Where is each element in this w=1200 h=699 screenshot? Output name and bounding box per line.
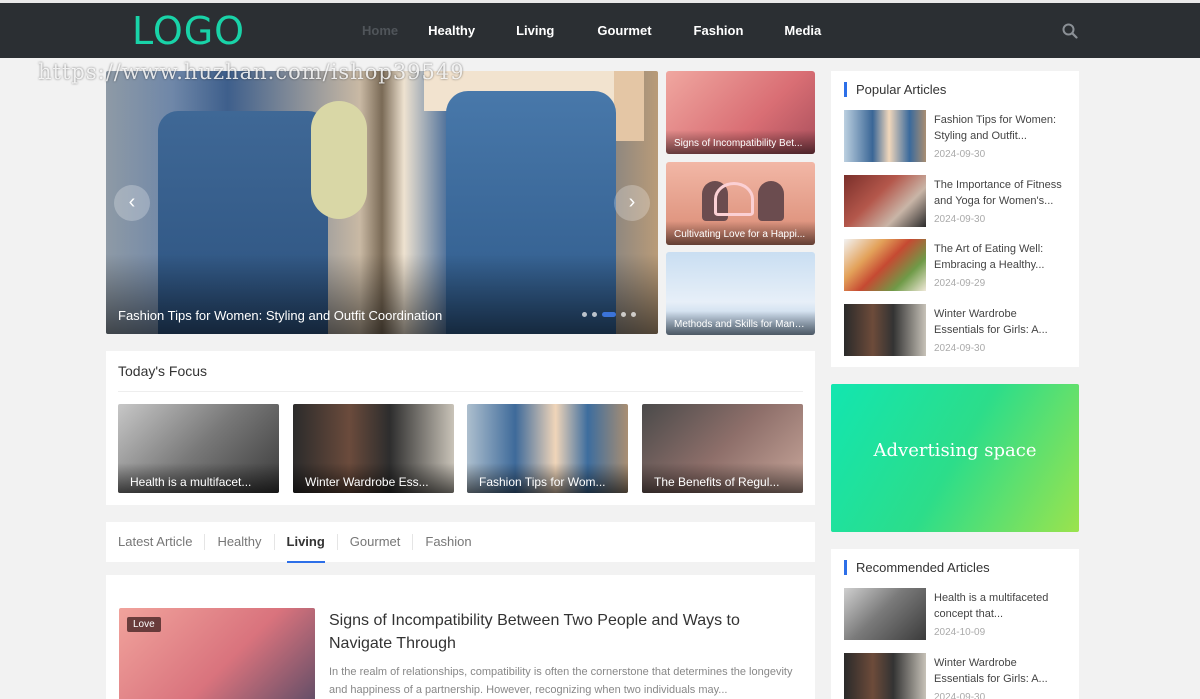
- article-thumbnail[interactable]: [844, 239, 926, 291]
- article-thumbnail[interactable]: [844, 175, 926, 227]
- list-item-date: 2024-09-30: [934, 149, 986, 160]
- list-item[interactable]: The Art of Eating Well: Embracing a Heal…: [844, 239, 1069, 293]
- todays-focus-panel: Today's Focus Health is a multifacet... …: [106, 351, 815, 505]
- slider-dot[interactable]: [631, 312, 636, 317]
- nav-item-healthy[interactable]: Healthy: [428, 23, 475, 38]
- ad-text: Advertising space: [873, 440, 1037, 461]
- list-item-date: 2024-09-30: [934, 692, 986, 699]
- heart-icon: [714, 182, 754, 216]
- focus-card[interactable]: Fashion Tips for Wom...: [467, 404, 628, 493]
- hero-caption[interactable]: Fashion Tips for Women: Styling and Outf…: [118, 308, 442, 323]
- header-bar: LOGO Home Healthy Living Gourmet Fashion…: [0, 0, 1200, 58]
- list-item-title[interactable]: The Art of Eating Well: Embracing a Heal…: [934, 241, 1069, 273]
- category-tabs: Latest Article Healthy Living Gourmet Fa…: [118, 534, 484, 563]
- list-item-title[interactable]: Winter Wardrobe Essentials for Girls: A.…: [934, 655, 1069, 687]
- tab-gourmet[interactable]: Gourmet: [336, 534, 413, 550]
- category-tabs-panel: Latest Article Healthy Living Gourmet Fa…: [106, 522, 815, 563]
- slider-dot[interactable]: [582, 312, 587, 317]
- list-item-title[interactable]: Fashion Tips for Women: Styling and Outf…: [934, 112, 1069, 144]
- slider-dot[interactable]: [592, 312, 597, 317]
- tab-fashion[interactable]: Fashion: [412, 534, 483, 550]
- popular-articles-panel: Popular Articles Fashion Tips for Women:…: [831, 71, 1079, 367]
- focus-card[interactable]: The Benefits of Regul...: [642, 404, 803, 493]
- focus-card[interactable]: Health is a multifacet...: [118, 404, 279, 493]
- article-thumbnail[interactable]: [844, 110, 926, 162]
- side-thumb-card[interactable]: Methods and Skills for Mana...: [666, 252, 815, 335]
- logo[interactable]: LOGO: [132, 9, 245, 53]
- list-item[interactable]: Fashion Tips for Women: Styling and Outf…: [844, 110, 1069, 164]
- side-thumb-caption: Cultivating Love for a Happi...: [666, 221, 815, 245]
- focus-card[interactable]: Winter Wardrobe Ess...: [293, 404, 454, 493]
- article-excerpt: In the realm of relationships, compatibi…: [329, 666, 793, 696]
- hero-image-bag: [311, 101, 367, 219]
- chevron-left-icon[interactable]: ‹: [114, 185, 150, 221]
- slider-dot[interactable]: [621, 312, 626, 317]
- list-item[interactable]: Health is a multifaceted concept that...…: [844, 588, 1069, 642]
- article-thumbnail[interactable]: [844, 588, 926, 640]
- focus-card-caption: The Benefits of Regul...: [642, 463, 803, 493]
- list-item-title[interactable]: Winter Wardrobe Essentials for Girls: A.…: [934, 306, 1069, 338]
- list-item-date: 2024-09-30: [934, 214, 986, 225]
- list-item-date: 2024-10-09: [934, 627, 986, 638]
- focus-card-caption: Health is a multifacet...: [118, 463, 279, 493]
- list-item-date: 2024-09-30: [934, 343, 986, 354]
- category-badge[interactable]: Love: [127, 617, 161, 632]
- list-item[interactable]: Winter Wardrobe Essentials for Girls: A.…: [844, 304, 1069, 358]
- panel-title: Recommended Articles: [844, 560, 990, 575]
- article-thumbnail[interactable]: [844, 304, 926, 356]
- slider-pagination: [582, 312, 641, 317]
- tab-healthy[interactable]: Healthy: [204, 534, 273, 550]
- nav-item-home[interactable]: Home: [362, 23, 398, 38]
- article-list: Love Signs of Incompatibility Between Tw…: [106, 575, 815, 699]
- side-thumb-card[interactable]: Signs of Incompatibility Bet...: [666, 71, 815, 154]
- search-icon[interactable]: [1062, 23, 1078, 39]
- list-item-title[interactable]: The Importance of Fitness and Yoga for W…: [934, 177, 1069, 209]
- section-title: Today's Focus: [118, 363, 208, 379]
- article-title[interactable]: Signs of Incompatibility Between Two Peo…: [329, 609, 789, 655]
- hero-slider[interactable]: ‹ › Fashion Tips for Women: Styling and …: [106, 71, 658, 334]
- list-item[interactable]: Winter Wardrobe Essentials for Girls: A.…: [844, 653, 1069, 699]
- main-nav: Home Healthy Living Gourmet Fashion Medi…: [362, 3, 821, 58]
- article-thumbnail[interactable]: Love: [119, 608, 315, 699]
- side-thumb-caption: Signs of Incompatibility Bet...: [666, 130, 815, 154]
- focus-card-caption: Fashion Tips for Wom...: [467, 463, 628, 493]
- advertising-banner[interactable]: Advertising space: [831, 384, 1079, 532]
- tab-living[interactable]: Living: [273, 534, 337, 563]
- nav-item-fashion[interactable]: Fashion: [694, 23, 744, 38]
- nav-item-media[interactable]: Media: [784, 23, 821, 38]
- nav-item-gourmet[interactable]: Gourmet: [597, 23, 651, 38]
- divider: [118, 391, 803, 392]
- nav-item-living[interactable]: Living: [516, 23, 554, 38]
- chevron-right-icon[interactable]: ›: [614, 185, 650, 221]
- recommended-articles-panel: Recommended Articles Health is a multifa…: [831, 549, 1079, 699]
- slider-dot[interactable]: [602, 312, 616, 317]
- silhouette-figure: [758, 181, 784, 221]
- list-item-title[interactable]: Health is a multifaceted concept that...: [934, 590, 1069, 622]
- focus-card-caption: Winter Wardrobe Ess...: [293, 463, 454, 493]
- tab-latest-article[interactable]: Latest Article: [118, 534, 204, 550]
- list-item-date: 2024-09-29: [934, 278, 986, 289]
- panel-title: Popular Articles: [844, 82, 946, 97]
- article-thumbnail[interactable]: [844, 653, 926, 699]
- list-item[interactable]: The Importance of Fitness and Yoga for W…: [844, 175, 1069, 229]
- side-thumb-caption: Methods and Skills for Mana...: [666, 311, 815, 335]
- side-thumb-card[interactable]: Cultivating Love for a Happi...: [666, 162, 815, 245]
